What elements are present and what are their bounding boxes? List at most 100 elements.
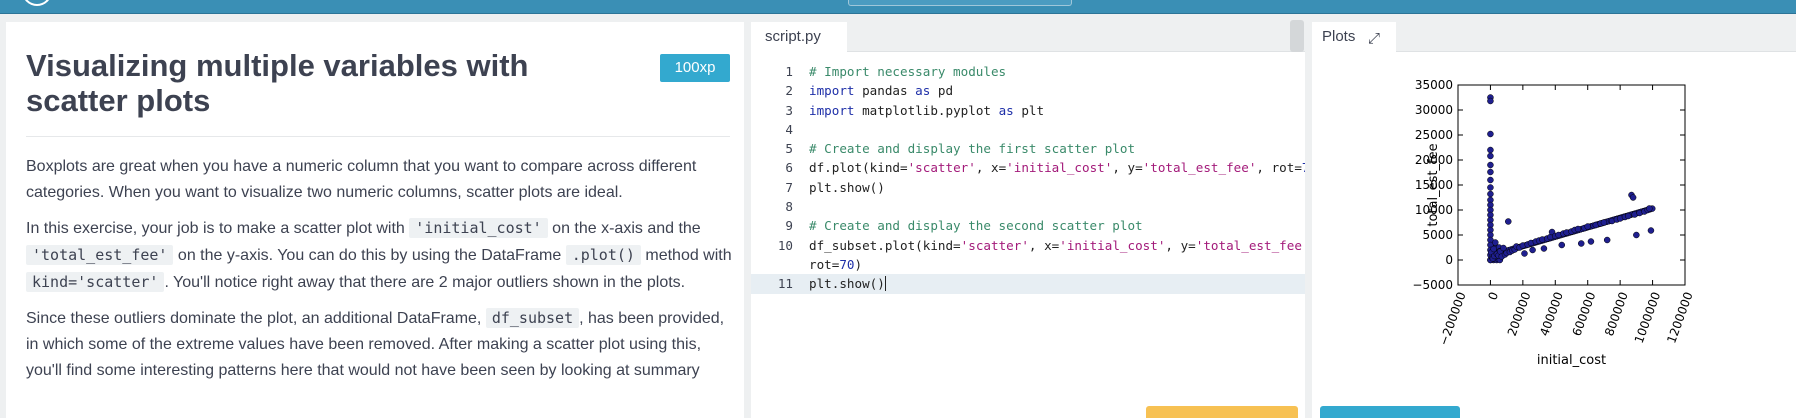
line-number: 11 — [777, 276, 793, 292]
code-area[interactable]: 1 # Import necessary modules 2 import panda… — [751, 62, 1305, 294]
code-token: , y= — [1165, 237, 1196, 253]
x-tick-label: 200000 — [1505, 290, 1534, 338]
scatter-point — [1487, 190, 1494, 198]
plots-tab-label: Plots — [1322, 28, 1356, 45]
scatter-point — [1487, 176, 1494, 184]
scatter-point — [1587, 238, 1595, 245]
scatter-point — [1603, 236, 1611, 244]
code-text: rot=70) — [809, 255, 862, 274]
code-token: # Create and display the second scatter … — [809, 218, 1143, 234]
code-line[interactable]: 10 df_subset.plot(kind='scatter', x='init… — [751, 236, 1305, 255]
inline-code: 'initial_cost' — [409, 218, 548, 238]
code-token: # Create and display the first scatter p… — [809, 141, 1136, 157]
code-line[interactable]: 11 plt.show() — [751, 274, 1305, 294]
x-tick-label: 800000 — [1602, 290, 1631, 338]
code-token: , x= — [1028, 237, 1060, 253]
editor-scrollbar[interactable] — [1290, 20, 1304, 52]
code-token: plt.show() — [809, 179, 885, 195]
x-tick-label: 600000 — [1570, 290, 1599, 338]
code-token: df_subset.plot(kind= — [809, 237, 961, 253]
x-tick-label: 1200000 — [1664, 290, 1695, 345]
code-token: 'initial_cost' — [1059, 237, 1166, 253]
code-line[interactable]: 1 # Import necessary modules — [751, 62, 1305, 81]
code-line[interactable]: 2 import pandas as pd — [751, 81, 1305, 100]
top-navigation-bar — [0, 0, 1796, 14]
scatter-point — [1558, 241, 1566, 249]
description-paragraph: In this exercise, your job is to make a … — [26, 215, 732, 296]
code-line[interactable]: 3 import matplotlib.pyplot as plt — [751, 101, 1305, 120]
code-token: matplotlib.pyplot — [854, 102, 999, 118]
scatter-point — [1625, 212, 1632, 220]
y-tick-label: 25000 — [1415, 128, 1453, 142]
code-text: # Create and display the first scatter p… — [809, 139, 1135, 158]
code-token: plt.show() — [809, 276, 885, 292]
editor-tab-bar: script.py — [751, 22, 1305, 53]
scatter-point — [1629, 194, 1637, 201]
text-cursor — [884, 276, 886, 292]
x-tick-label: 0 — [1485, 290, 1501, 302]
code-token: import — [809, 102, 855, 118]
scatter-point — [1529, 246, 1536, 254]
code-token: , y= — [1112, 160, 1143, 176]
scatter-point — [1487, 130, 1494, 138]
scatter-point — [1577, 240, 1585, 247]
description-text: . You'll notice right away that there ar… — [164, 274, 686, 291]
tab-plots[interactable]: Plots ⤢ — [1312, 22, 1396, 53]
line-number: 1 — [785, 64, 793, 79]
plots-tab-bar: Plots ⤢ — [1312, 22, 1796, 53]
scatter-point — [1540, 245, 1548, 252]
title-divider — [26, 136, 730, 137]
code-editor-panel: script.py 1 # Import necessary modules 2 im… — [751, 22, 1305, 418]
line-number: 10 — [777, 237, 793, 253]
expand-arrows-icon[interactable]: ⤢ — [1368, 24, 1380, 54]
code-token: , rot= — [1256, 160, 1302, 176]
code-line[interactable]: 5 # Create and display the first scatter … — [751, 139, 1305, 158]
scatter-point — [1487, 97, 1494, 105]
scatter-point — [1505, 218, 1512, 225]
scatter-point — [1600, 219, 1608, 226]
code-token: 70 — [1302, 160, 1305, 175]
description-paragraph: Boxplots are great when you have a numer… — [26, 154, 732, 206]
scatter-point — [1646, 205, 1653, 212]
description-text: Since these outliers dominate the plot, … — [26, 310, 486, 327]
code-text: plt.show() — [809, 178, 885, 197]
y-tick-label: −5000 — [1412, 278, 1453, 292]
code-text: df.plot(kind='scatter', x='initial_cost'… — [809, 158, 1305, 177]
top-search-field[interactable] — [848, 0, 1072, 6]
tab-script-py[interactable]: script.py — [751, 22, 847, 53]
line-number: 2 — [785, 83, 793, 99]
inline-code: 'total_est_fee' — [26, 245, 174, 265]
code-text: import pandas as pd — [809, 81, 953, 100]
code-line[interactable]: 8 — [751, 197, 1305, 216]
line-number: 5 — [785, 141, 793, 157]
x-tick-label: 1000000 — [1632, 290, 1663, 345]
exercise-panel: Visualizing multiple variables with scat… — [6, 22, 744, 418]
code-line[interactable]: 6 df.plot(kind='scatter', x='initial_cost… — [751, 158, 1305, 177]
scatter-point — [1584, 223, 1591, 230]
x-tick-label: −200000 — [1436, 290, 1468, 347]
scatter-point — [1487, 184, 1494, 191]
description-text: on the y-axis. You can do this by using … — [173, 247, 566, 264]
code-line[interactable]: 4 — [751, 120, 1305, 139]
line-number: 6 — [785, 160, 793, 176]
plot-navigation-button[interactable] — [1320, 406, 1460, 418]
scatter-point — [1633, 231, 1640, 239]
line-number: 3 — [785, 102, 793, 118]
line-number: 9 — [785, 218, 793, 234]
datacamp-logo-icon[interactable] — [22, 0, 52, 6]
code-line[interactable]: rot=70) — [751, 255, 1305, 274]
code-token: pandas — [854, 83, 916, 99]
code-line[interactable]: 9 # Create and display the second scatter… — [751, 216, 1305, 235]
code-line[interactable]: 7 plt.show() — [751, 178, 1305, 197]
code-token: # Import necessary modules — [809, 64, 1007, 79]
code-token: import — [809, 83, 855, 99]
scatter-chart: −500005000100001500020000250003000035000… — [1412, 78, 1695, 368]
description-text: Boxplots are great when you have a numer… — [26, 158, 697, 201]
scatter-point — [1647, 227, 1655, 234]
inline-code: df_subset — [485, 308, 580, 328]
submit-answer-button[interactable] — [1146, 406, 1298, 418]
line-number: 4 — [785, 121, 793, 137]
exercise-title: Visualizing multiple variables with scat… — [26, 48, 529, 118]
y-axis-label: total_est_fee — [1426, 143, 1441, 226]
code-token: df.plot(kind= — [809, 160, 908, 176]
